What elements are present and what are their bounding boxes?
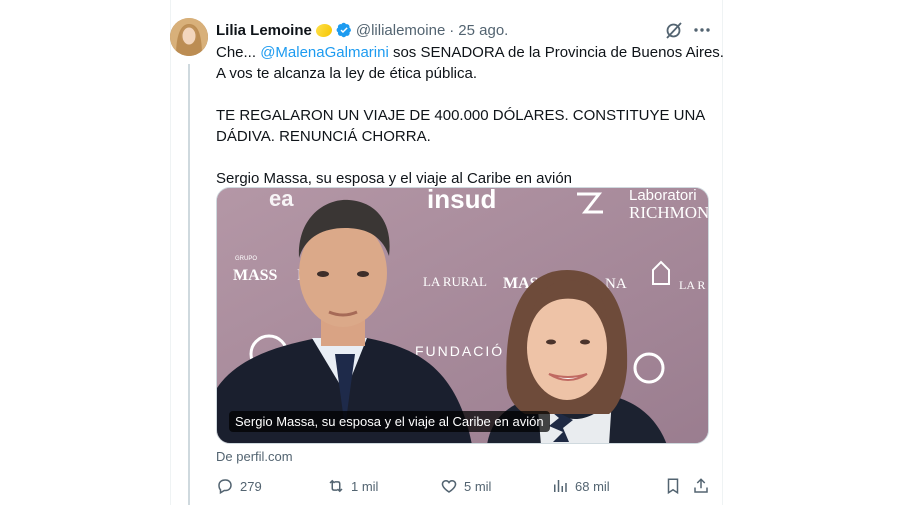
thread-line	[188, 64, 190, 505]
backdrop-fundacion: FUNDACIÓ	[415, 343, 504, 359]
media-image: ea insud Laboratori RICHMON GRUPO MASS F…	[217, 188, 709, 443]
backdrop-insud: insud	[427, 188, 496, 214]
mention-link[interactable]: @MalenaGalmarini	[260, 44, 389, 61]
tweet-line-1-prefix: Che...	[216, 44, 261, 61]
lemon-emoji-icon	[314, 21, 334, 39]
bookmark-button[interactable]	[664, 476, 682, 496]
backdrop-lar: LA R	[679, 278, 705, 292]
verified-badge-icon[interactable]	[336, 22, 352, 38]
repost-count: 1 mil	[351, 478, 379, 494]
backdrop-laboratorio: Laboratori	[629, 188, 697, 204]
tweet-line-2: A vos te alcanza la ley de ética pública…	[216, 65, 477, 82]
like-button[interactable]: 5 mil	[440, 476, 491, 496]
share-button[interactable]	[692, 476, 710, 496]
view-count: 68 mil	[575, 478, 610, 494]
backdrop-grupo: GRUPO	[235, 256, 257, 262]
grok-icon[interactable]	[664, 20, 684, 40]
tweet-date[interactable]: 25 ago.	[458, 22, 508, 39]
tweet-line-5: Sergio Massa, su esposa y el viaje al Ca…	[216, 170, 573, 187]
tweet-header: Lilia Lemoine @lilialemoine · 25 ago.	[216, 20, 508, 40]
like-count: 5 mil	[464, 478, 492, 494]
user-handle[interactable]: @lilialemoine	[356, 22, 445, 39]
tweet-actions: 279 1 mil 5 mil 68 mil	[216, 476, 711, 496]
reply-icon	[218, 479, 232, 495]
heart-icon	[441, 479, 457, 493]
avatar-image	[170, 18, 208, 56]
separator-dot: ·	[449, 21, 455, 39]
views-button[interactable]: 68 mil	[551, 476, 610, 496]
backdrop-larural: LA RURAL	[423, 274, 487, 289]
tweet-media[interactable]: ea insud Laboratori RICHMON GRUPO MASS F…	[216, 187, 709, 444]
link-source[interactable]: De perfil.com	[216, 449, 293, 464]
avatar[interactable]	[170, 18, 208, 56]
display-name[interactable]: Lilia Lemoine	[216, 22, 312, 39]
more-options-icon[interactable]	[692, 20, 712, 40]
reply-count: 279	[240, 478, 262, 494]
tweet-line-4: DÁDIVA. RENUNCIÁ CHORRA.	[216, 128, 431, 145]
views-icon	[554, 480, 567, 492]
backdrop-richmond: RICHMON	[629, 203, 709, 222]
repost-icon	[329, 479, 343, 493]
reply-button[interactable]: 279	[216, 476, 262, 496]
share-icon	[694, 478, 708, 493]
tweet-line-3: TE REGALARON UN VIAJE DE 400.000 DÓLARES…	[216, 107, 706, 124]
tweet-text: Che... @MalenaGalmarini sos SENADORA de …	[216, 42, 724, 189]
media-caption: Sergio Massa, su esposa y el viaje al Ca…	[229, 411, 550, 432]
backdrop-mass-1: MASS	[233, 267, 278, 284]
tweet-line-1: Che... @MalenaGalmarini sos SENADORA de …	[216, 42, 724, 63]
tweet-line-1-suffix: sos SENADORA de la Provincia de Buenos A…	[388, 44, 724, 61]
svg-text:ea: ea	[269, 188, 294, 211]
bookmark-icon	[667, 478, 679, 495]
repost-button[interactable]: 1 mil	[327, 476, 378, 496]
